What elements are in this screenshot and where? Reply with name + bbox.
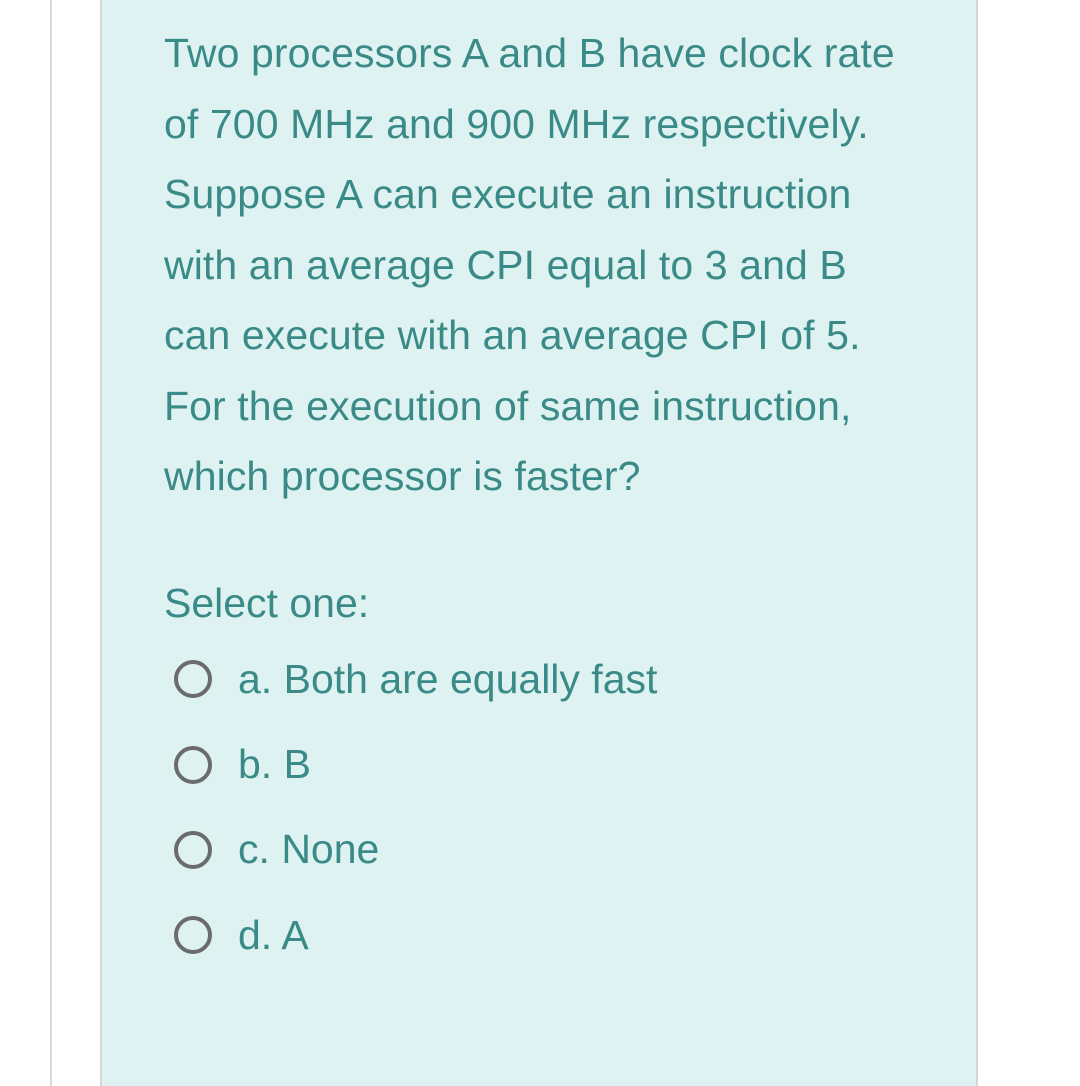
- option-letter: d.: [238, 912, 272, 958]
- option-a[interactable]: a. Both are equally fast: [174, 651, 916, 708]
- option-text: A: [281, 912, 308, 958]
- option-letter: a.: [238, 656, 272, 702]
- option-label: d. A: [238, 907, 309, 964]
- vertical-rule: [50, 0, 52, 1086]
- option-b[interactable]: b. B: [174, 736, 916, 793]
- option-letter: b.: [238, 741, 272, 787]
- select-one-prompt: Select one:: [164, 580, 916, 627]
- option-label: c. None: [238, 821, 379, 878]
- option-label: a. Both are equally fast: [238, 651, 657, 708]
- option-text: Both are equally fast: [284, 656, 658, 702]
- option-label: b. B: [238, 736, 311, 793]
- option-letter: c.: [238, 826, 270, 872]
- question-card: Two processors A and B have clock rate o…: [100, 0, 978, 1086]
- radio-icon[interactable]: [174, 660, 212, 698]
- option-c[interactable]: c. None: [174, 821, 916, 878]
- radio-icon[interactable]: [174, 746, 212, 784]
- question-text: Two processors A and B have clock rate o…: [164, 18, 916, 512]
- radio-icon[interactable]: [174, 831, 212, 869]
- radio-icon[interactable]: [174, 916, 212, 954]
- options-group: a. Both are equally fast b. B c. None d.…: [164, 651, 916, 965]
- option-text: B: [284, 741, 311, 787]
- option-d[interactable]: d. A: [174, 907, 916, 964]
- option-text: None: [281, 826, 379, 872]
